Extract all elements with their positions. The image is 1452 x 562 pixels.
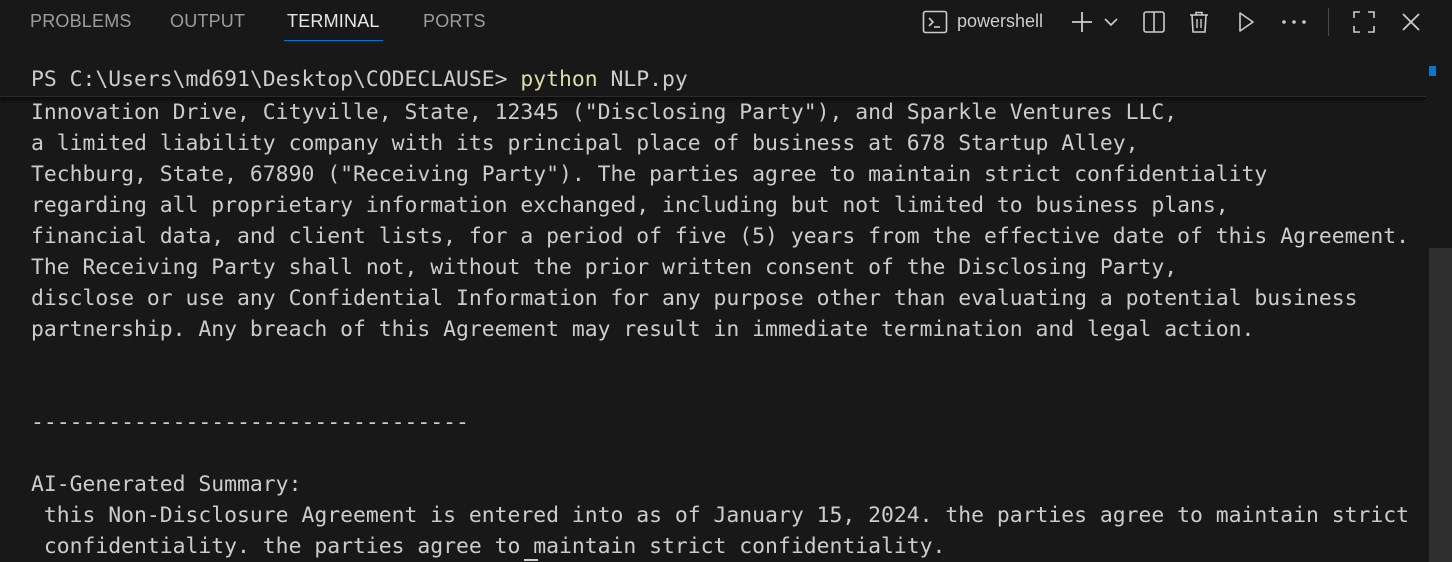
terminal-icon[interactable] bbox=[920, 0, 950, 44]
command-argument: NLP.py bbox=[597, 67, 688, 92]
close-icon[interactable] bbox=[1398, 0, 1424, 44]
active-tab-indicator bbox=[284, 40, 383, 41]
output-line: Innovation Drive, Cityville, State, 1234… bbox=[31, 100, 1178, 125]
maximize-icon[interactable] bbox=[1350, 0, 1378, 44]
terminal-output[interactable]: PS C:\Users\md691\Desktop\CODECLAUSE> py… bbox=[0, 62, 1426, 562]
terminal-profile-label[interactable]: powershell bbox=[957, 11, 1043, 32]
summary-heading: AI-Generated Summary: bbox=[31, 472, 302, 497]
more-icon[interactable] bbox=[1279, 0, 1309, 44]
play-icon[interactable] bbox=[1232, 0, 1260, 44]
separator-line: ---------------------------------- bbox=[31, 410, 469, 435]
summary-text-line: this Non-Disclosure Agreement is entered… bbox=[31, 503, 1409, 528]
terminal-cursor bbox=[524, 559, 538, 561]
trash-icon[interactable] bbox=[1185, 0, 1213, 44]
scrollbar-position-marker bbox=[1429, 66, 1436, 76]
toolbar-separator bbox=[1328, 8, 1329, 36]
output-line: a limited liability company with its pri… bbox=[31, 131, 1139, 156]
tab-terminal[interactable]: TERMINAL bbox=[287, 11, 380, 32]
plus-icon[interactable] bbox=[1068, 0, 1096, 44]
prompt-path: PS C:\Users\md691\Desktop\CODECLAUSE> bbox=[31, 67, 521, 92]
sticky-command-line: PS C:\Users\md691\Desktop\CODECLAUSE> py… bbox=[0, 62, 1426, 97]
chevron-down-icon[interactable] bbox=[1100, 0, 1122, 44]
split-icon[interactable] bbox=[1140, 0, 1168, 44]
output-line: partnership. Any breach of this Agreemen… bbox=[31, 317, 1255, 342]
output-line: disclose or use any Confidential Informa… bbox=[31, 286, 1358, 311]
tab-problems[interactable]: PROBLEMS bbox=[30, 11, 132, 32]
tab-output[interactable]: OUTPUT bbox=[170, 11, 245, 32]
output-line: Techburg, State, 67890 ("Receiving Party… bbox=[31, 162, 1268, 187]
summary-text-line: confidentiality. the parties agree to ma… bbox=[31, 534, 946, 559]
output-line: financial data, and client lists, for a … bbox=[31, 224, 1409, 249]
output-line: The Receiving Party shall not, without t… bbox=[31, 255, 1178, 280]
output-line: regarding all proprietary information ex… bbox=[31, 193, 1229, 218]
panel-tab-bar: PROBLEMS OUTPUT TERMINAL PORTS powershel… bbox=[0, 0, 1452, 44]
prompt-line: PS C:\Users\md691\Desktop\CODECLAUSE> py… bbox=[31, 64, 688, 95]
tab-ports[interactable]: PORTS bbox=[423, 11, 486, 32]
scrollbar-thumb[interactable] bbox=[1429, 248, 1452, 562]
command-name: python bbox=[520, 67, 598, 92]
